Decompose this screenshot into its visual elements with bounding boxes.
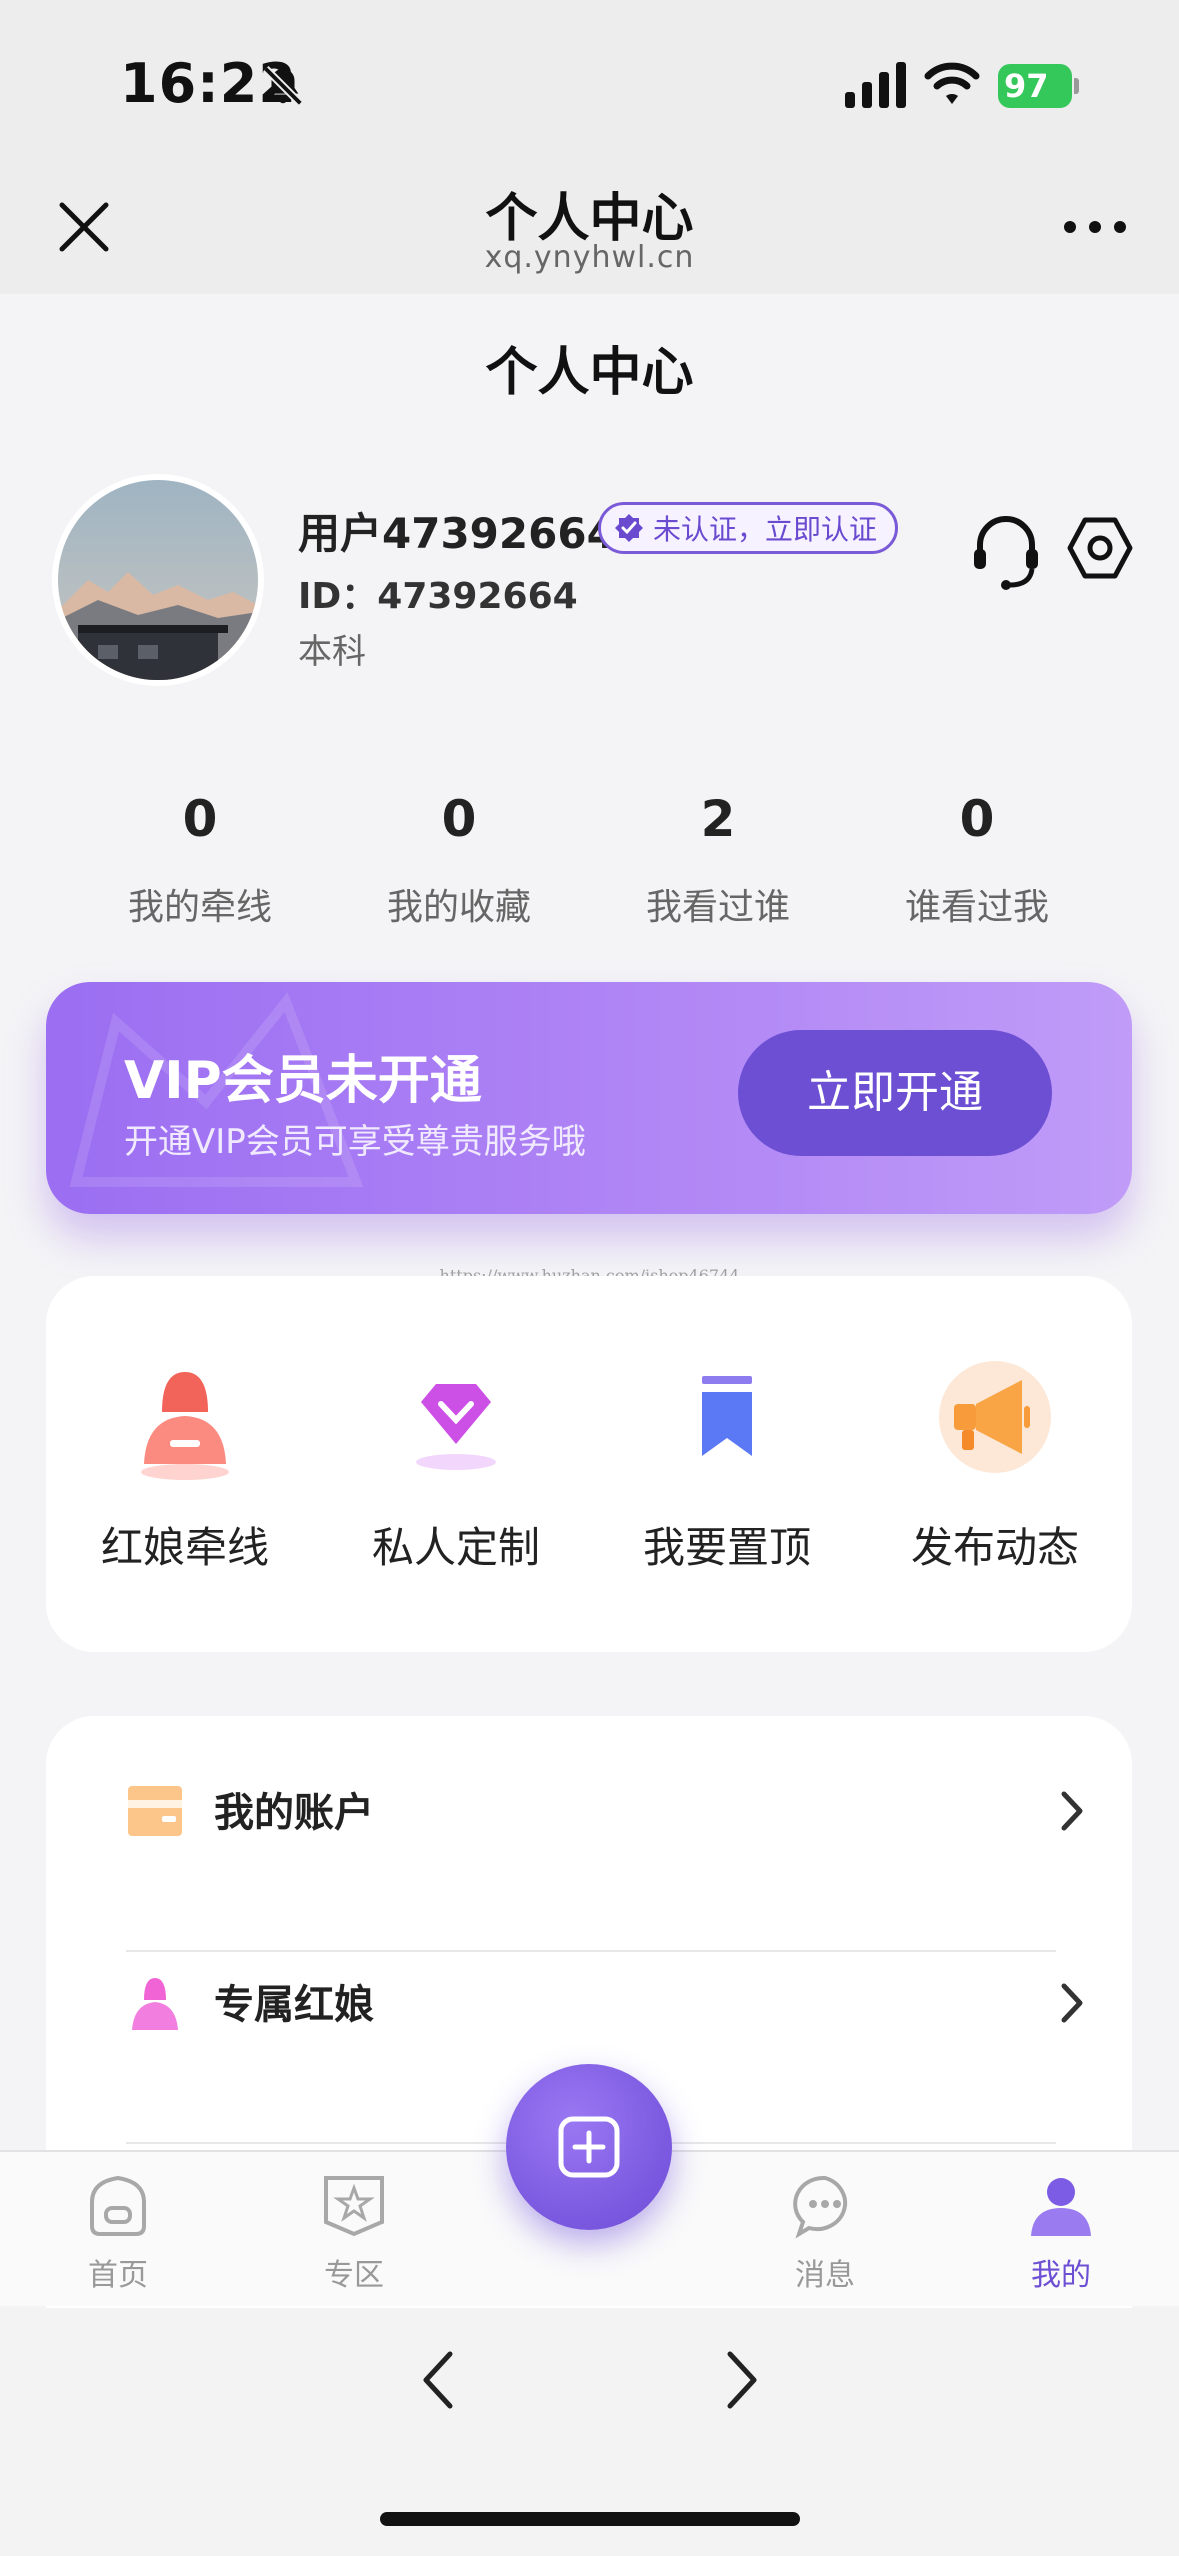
stat-my-favorites[interactable]: 0 我的收藏 — [329, 790, 589, 930]
verify-badge-label: 未认证，立即认证 — [653, 513, 878, 546]
battery-level: 97 — [998, 64, 1072, 108]
action-post-update[interactable]: 发布动态 — [860, 1352, 1130, 1575]
chevron-right-icon — [1061, 1983, 1083, 2023]
stat-label: 我看过谁 — [645, 887, 790, 928]
action-pin-top[interactable]: 我要置顶 — [592, 1352, 862, 1575]
tab-mine[interactable]: 我的 — [991, 2172, 1131, 2294]
bookmark-icon — [702, 1376, 752, 1456]
back-arrow-icon[interactable] — [418, 2348, 458, 2412]
wifi-icon — [924, 62, 980, 104]
matchmaker-icon — [141, 1372, 229, 1480]
tab-label: 我的 — [1031, 2258, 1091, 2293]
tab-home[interactable]: 首页 — [48, 2172, 188, 2294]
chevron-right-icon — [1061, 1791, 1083, 1831]
battery-indicator: 97 — [998, 64, 1080, 108]
avatar[interactable] — [52, 474, 264, 686]
vip-banner[interactable]: VIP会员未开通 开通VIP会员可享受尊贵服务哦 立即开通 — [46, 982, 1132, 1214]
stat-value: 2 — [700, 790, 736, 848]
wallet-icon — [128, 1786, 182, 1836]
publish-button[interactable] — [506, 2064, 672, 2230]
menu-label: 专属红娘 — [214, 1982, 374, 2028]
diamond-icon — [416, 1384, 496, 1470]
stat-my-matches[interactable]: 0 我的牵线 — [70, 790, 330, 930]
user-id: ID：47392664 — [298, 576, 578, 617]
menu-item-my-account[interactable]: 我的账户 — [126, 1716, 1098, 1908]
stat-viewed-by-me[interactable]: 2 我看过谁 — [588, 790, 848, 930]
megaphone-icon — [939, 1361, 1051, 1473]
stat-label: 谁看过我 — [904, 887, 1049, 928]
stat-value: 0 — [182, 790, 218, 848]
message-icon — [793, 2175, 848, 2239]
star-icon — [324, 2176, 384, 2237]
vip-title: VIP会员未开通 — [124, 1051, 482, 1111]
stat-value: 0 — [441, 790, 477, 848]
menu-label: 我的账户 — [214, 1790, 374, 1836]
tab-label: 消息 — [795, 2258, 855, 2293]
stat-label: 我的收藏 — [386, 887, 531, 928]
verify-badge[interactable]: 未认证，立即认证 — [598, 502, 899, 554]
action-private-custom[interactable]: 私人定制 — [321, 1352, 591, 1575]
quick-actions-card: 红娘牵线 私人定制 我要置顶 发布动态 — [46, 1276, 1132, 1652]
action-label: 我要置顶 — [642, 1523, 811, 1572]
stat-label: 我的牵线 — [127, 887, 272, 928]
forward-arrow-icon[interactable] — [722, 2348, 762, 2412]
vip-activate-button[interactable]: 立即开通 — [738, 1030, 1052, 1156]
tab-messages[interactable]: 消息 — [755, 2172, 895, 2294]
more-options-icon[interactable] — [1060, 212, 1130, 242]
verified-badge-icon — [615, 514, 643, 542]
home-icon — [90, 2175, 146, 2236]
vip-subtitle: 开通VIP会员可享受尊贵服务哦 — [124, 1122, 586, 1162]
person-icon — [132, 1978, 178, 2030]
user-icon — [1031, 2178, 1091, 2236]
page-title: 个人中心 — [485, 343, 694, 403]
tab-label: 首页 — [88, 2258, 148, 2293]
customer-service-icon[interactable] — [970, 515, 1042, 591]
cellular-signal-icon — [845, 62, 906, 108]
action-label: 红娘牵线 — [100, 1523, 269, 1572]
avatar-image — [58, 480, 258, 680]
action-matchmaker[interactable]: 红娘牵线 — [50, 1352, 320, 1575]
stat-who-viewed-me[interactable]: 0 谁看过我 — [847, 790, 1107, 930]
battery-tip — [1074, 78, 1079, 94]
stat-value: 0 — [959, 790, 995, 848]
user-education: 本科 — [298, 632, 366, 672]
bell-muted-icon — [263, 66, 303, 106]
home-indicator[interactable] — [380, 2512, 800, 2526]
settings-icon[interactable] — [1066, 514, 1134, 582]
tab-label: 专区 — [324, 2258, 384, 2293]
tab-zone[interactable]: 专区 — [284, 2172, 424, 2294]
username: 用户47392664 — [298, 509, 616, 558]
action-label: 发布动态 — [910, 1523, 1079, 1572]
plus-icon — [558, 2116, 620, 2178]
action-label: 私人定制 — [371, 1523, 540, 1572]
browser-domain: xq.ynyhwl.cn — [484, 240, 695, 275]
